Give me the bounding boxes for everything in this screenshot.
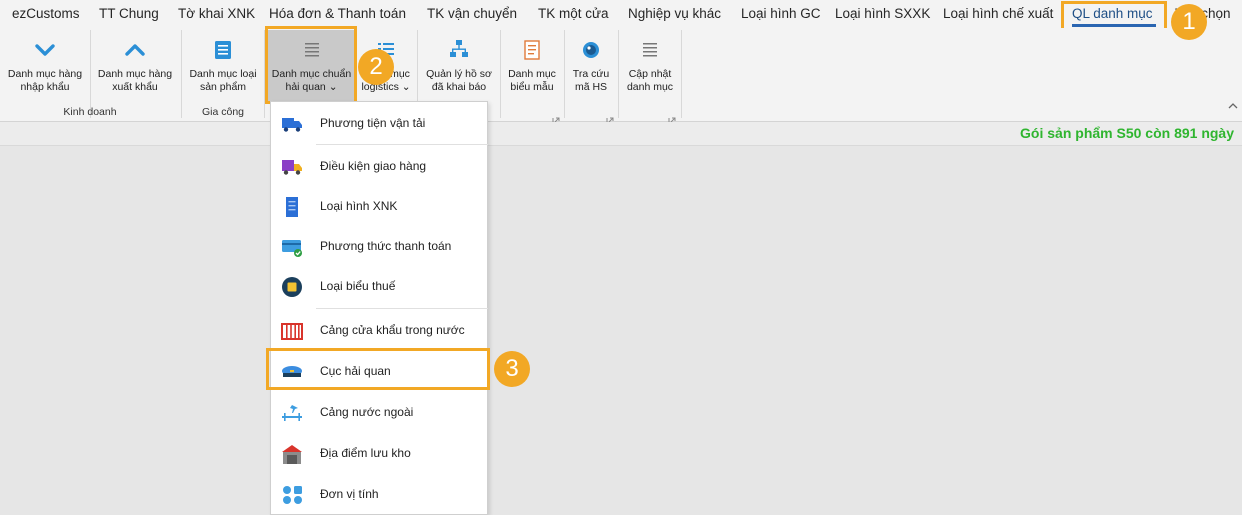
- highlight-box-menu-item: [266, 348, 490, 390]
- menu-separator: [316, 144, 488, 145]
- tab-tk-van-chuyen[interactable]: TK vận chuyển: [427, 0, 517, 28]
- product-type-button[interactable]: Danh mục loại sản phẩm: [184, 30, 262, 100]
- tab-tt-chung[interactable]: TT Chung: [99, 0, 159, 28]
- callout-badge-3: 3: [494, 351, 530, 387]
- import-goods-button[interactable]: Danh mục hàng nhập khẩu: [2, 30, 88, 100]
- menu-item-phuong-thuc-thanh-toan[interactable]: Phương thức thanh toán: [271, 227, 487, 267]
- menu-item-cang-cua-khau-trong-nuoc[interactable]: Cảng cửa khẩu trong nước: [271, 311, 487, 351]
- tax-coin-icon: [282, 277, 302, 297]
- menu-item-don-vi-tinh[interactable]: Đơn vị tính: [271, 475, 487, 515]
- units-icon: [283, 486, 302, 504]
- tab-loai-hinh-gc[interactable]: Loại hình GC: [741, 0, 821, 28]
- ribbon-separator: [181, 30, 182, 118]
- tab-ezcustoms[interactable]: ezCustoms: [12, 0, 80, 28]
- chevron-down-icon: [35, 44, 55, 56]
- menu-item-phuong-tien-van-tai[interactable]: Phương tiện vận tải: [271, 104, 487, 144]
- tab-to-khai-xnk[interactable]: Tờ khai XNK: [178, 0, 255, 28]
- status-bar: Gói sản phẩm S50 còn 891 ngày: [0, 122, 1242, 146]
- ribbon-separator: [500, 30, 501, 118]
- update-catalog-button[interactable]: Cập nhật danh mục: [621, 30, 679, 100]
- hierarchy-icon: [450, 40, 468, 57]
- payment-card-icon: [282, 240, 302, 257]
- tab-tk-mot-cua[interactable]: TK một cửa: [538, 0, 609, 28]
- ribbon: Danh mục hàng nhập khẩu Danh mục hàng xu…: [0, 28, 1242, 125]
- ribbon-separator: [564, 30, 565, 118]
- list-icon: [215, 41, 231, 59]
- gate-icon: [281, 323, 303, 340]
- menu-item-cang-nuoc-ngoai[interactable]: Cảng nước ngoài: [271, 393, 487, 433]
- tab-loai-hinh-che-xuat[interactable]: Loại hình chế xuất: [943, 0, 1053, 28]
- group-launcher-icon[interactable]: [668, 110, 676, 125]
- group-label-kinh-doanh: Kinh doanh: [63, 106, 117, 118]
- ribbon-separator: [681, 30, 682, 118]
- highlight-box-ribbon-button: [265, 26, 357, 104]
- airport-icon: [282, 405, 302, 421]
- form-icon: [524, 40, 540, 60]
- callout-badge-1: 1: [1171, 4, 1207, 40]
- ribbon-separator: [618, 30, 619, 118]
- group-launcher-icon[interactable]: [606, 110, 614, 125]
- truck-icon: [282, 118, 302, 132]
- delivery-truck-icon: [282, 160, 302, 175]
- callout-badge-2: 2: [358, 49, 394, 85]
- menu-separator: [316, 308, 488, 309]
- app-window: { "menu": { "tabs": [ {"label": "ezCusto…: [0, 0, 1242, 515]
- group-label-gia-cong: Gia công: [201, 106, 245, 118]
- menu-item-dieu-kien-giao-hang[interactable]: Điều kiện giao hàng: [271, 147, 487, 187]
- declared-records-button[interactable]: Quản lý hồ sơ đã khai báo: [420, 30, 498, 100]
- menu-item-dia-diem-luu-kho[interactable]: Địa điểm lưu kho: [271, 434, 487, 474]
- tab-loai-hinh-sxxk[interactable]: Loại hình SXXK: [835, 0, 930, 28]
- eye-icon: [583, 42, 599, 58]
- chevron-up-icon: [125, 44, 145, 56]
- ribbon-separator: [90, 30, 91, 118]
- warehouse-icon: [282, 445, 302, 464]
- document-icon: [286, 197, 298, 217]
- highlight-box-tab: [1061, 1, 1167, 31]
- menu-lines-icon: [643, 43, 657, 57]
- tab-hoa-don-thanh-toan[interactable]: Hóa đơn & Thanh toán: [269, 0, 406, 28]
- customs-catalog-dropdown: Phương tiện vận tải Điều kiện giao hàng …: [270, 101, 488, 515]
- collapse-ribbon-icon[interactable]: [1228, 100, 1238, 113]
- hs-code-lookup-button[interactable]: Tra cứu mã HS: [567, 30, 615, 100]
- menu-item-loai-bieu-thue[interactable]: Loại biểu thuế: [271, 267, 487, 307]
- form-templates-button[interactable]: Danh mục biểu mẫu: [504, 30, 560, 100]
- group-launcher-icon[interactable]: [552, 110, 560, 125]
- menu-bar: ezCustoms TT Chung Tờ khai XNK Hóa đơn &…: [0, 0, 1242, 28]
- tab-nghiep-vu-khac[interactable]: Nghiệp vụ khác: [628, 0, 721, 28]
- license-status-text: Gói sản phẩm S50 còn 891 ngày: [1020, 125, 1234, 141]
- export-goods-button[interactable]: Danh mục hàng xuất khẩu: [92, 30, 178, 100]
- menu-item-loai-hinh-xnk[interactable]: Loại hình XNK: [271, 187, 487, 227]
